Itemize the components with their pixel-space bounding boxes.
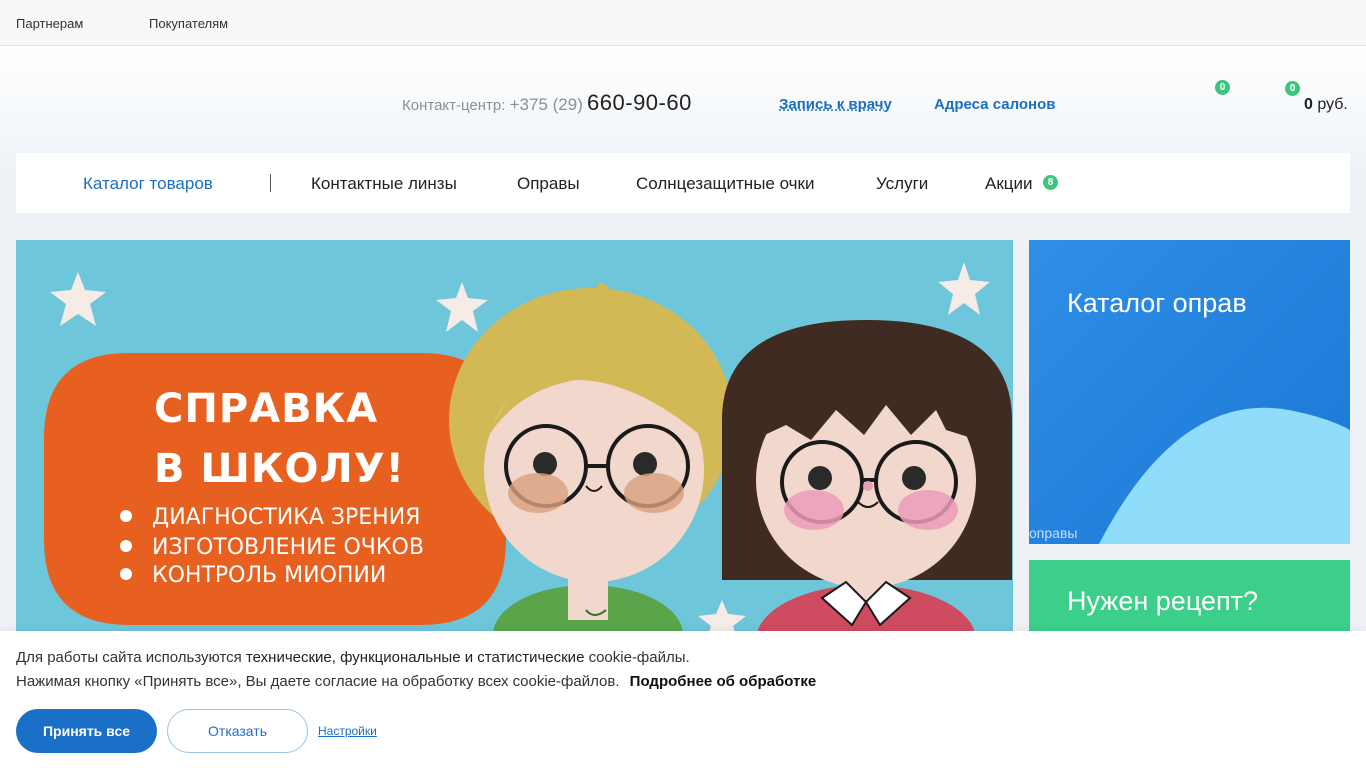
card-decoration [1099, 407, 1350, 544]
prescription-title: Нужен рецепт? [1067, 586, 1259, 616]
banner-title-line2: В ШКОЛУ! [154, 446, 405, 492]
star-icon [50, 272, 106, 326]
cookie-text-line2: Нажимая кнопку «Принять все», Вы даете с… [16, 673, 816, 690]
cart-count-badge: 0 [1285, 81, 1300, 96]
nav-contact-lenses[interactable]: Контактные линзы [311, 174, 457, 194]
nav-sunglasses[interactable]: Солнцезащитные очки [636, 174, 814, 194]
favorites-button[interactable]: 0 [1205, 80, 1235, 116]
cookie-types-text: технические, функциональные и статистиче… [245, 649, 585, 666]
nav-catalog[interactable]: Каталог товаров [83, 174, 213, 194]
cookie-more-link[interactable]: Подробнее об обработке [630, 673, 817, 690]
cookie-text: Для работы сайта используются [16, 649, 242, 666]
cookie-consent-bar: Для работы сайта используются технически… [0, 631, 1366, 768]
banner-bullet: КОНТРОЛЬ МИОПИИ [120, 563, 386, 588]
banner-bullet: ИЗГОТОВЛЕНИЕ ОЧКОВ [120, 535, 424, 560]
accept-all-button[interactable]: Принять все [16, 709, 157, 753]
nav-services[interactable]: Услуги [876, 174, 928, 194]
star-icon [436, 282, 488, 332]
promo-banner[interactable]: СПРАВКА В ШКОЛУ! ДИАГНОСТИКА ЗРЕНИЯ ИЗГО… [16, 240, 1013, 640]
cookie-text-line1: Для работы сайта используются технически… [16, 649, 690, 666]
cart-amount: 0 [1304, 96, 1313, 113]
star-icon [938, 262, 990, 315]
nav-frames[interactable]: Оправы [517, 174, 580, 194]
cookie-text: cookie-файлы. [588, 649, 690, 666]
nav-promotions[interactable]: Акции [985, 174, 1033, 194]
banner-bullet: ДИАГНОСТИКА ЗРЕНИЯ [120, 505, 420, 530]
cookie-settings-link[interactable]: Настройки [318, 724, 377, 738]
frames-catalog-card[interactable]: Каталог оправ оправы [1029, 240, 1350, 544]
phone-number[interactable]: 660-90-60 [587, 90, 692, 115]
top-bar: Партнерам Покупателям [0, 0, 1366, 46]
frames-catalog-title: Каталог оправ [1067, 288, 1247, 318]
salons-link[interactable]: Адреса салонов [934, 96, 1056, 113]
favorites-count-badge: 0 [1215, 80, 1230, 95]
cart-button[interactable]: 0 [1275, 81, 1305, 116]
cart-currency: руб. [1317, 96, 1348, 113]
main-nav: Каталог товаров Контактные линзы Оправы … [16, 153, 1350, 213]
contact-center: Контакт-центр: +375 (29) 660-90-60 [402, 90, 692, 116]
cookie-consent-text: Нажимая кнопку «Принять все», Вы даете с… [16, 673, 620, 690]
decline-button[interactable]: Отказать [167, 709, 308, 753]
contact-label: Контакт-центр: [402, 97, 506, 114]
banner-title-line1: СПРАВКА [154, 386, 379, 432]
doctor-appointment-link[interactable]: Запись к врачу [779, 96, 892, 113]
nav-divider [270, 174, 271, 192]
partners-link[interactable]: Партнерам [16, 16, 83, 31]
cart-total[interactable]: 0 руб. [1304, 96, 1348, 114]
phone-code[interactable]: +375 (29) [510, 95, 583, 114]
buyers-link[interactable]: Покупателям [149, 16, 228, 31]
promotions-count-badge: 8 [1043, 175, 1058, 190]
frames-image-placeholder: оправы [1029, 525, 1078, 541]
